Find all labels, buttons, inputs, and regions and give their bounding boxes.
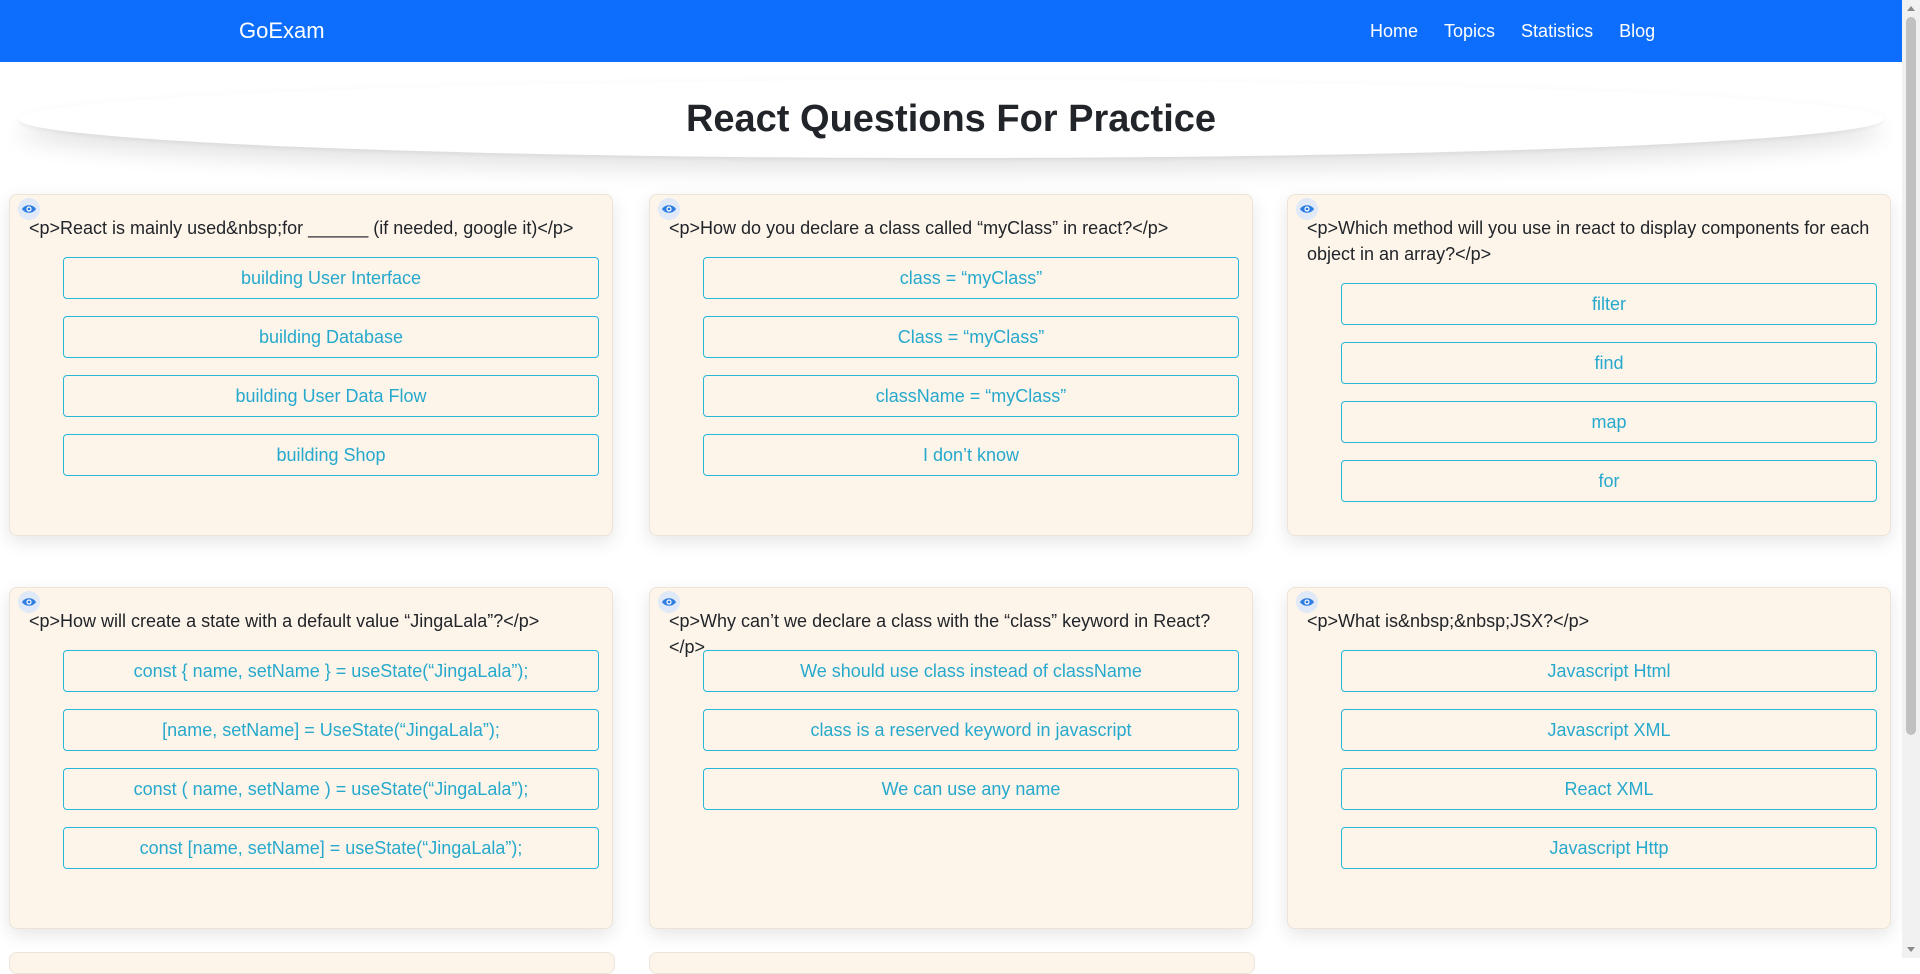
question-text: <p>How will create a state with a defaul…: [29, 611, 540, 631]
scrollbar[interactable]: [1902, 0, 1920, 958]
question-card-partial: [649, 952, 1255, 974]
option-button[interactable]: Javascript Http: [1341, 827, 1877, 869]
option-button[interactable]: filter: [1341, 283, 1877, 325]
nav-links: Home Topics Statistics Blog: [1357, 0, 1668, 62]
option-button[interactable]: We should use class instead of className: [703, 650, 1239, 692]
question-text: <p>React is mainly used&nbsp;for ______ …: [29, 218, 574, 238]
nav-link-blog[interactable]: Blog: [1606, 0, 1668, 62]
option-list: filter find map for: [1341, 283, 1877, 502]
question-card: <p>React is mainly used&nbsp;for ______ …: [9, 194, 613, 536]
option-list: Javascript Html Javascript XML React XML…: [1341, 650, 1877, 869]
brand-logo[interactable]: GoExam: [239, 0, 325, 62]
option-button[interactable]: building Database: [63, 316, 599, 358]
option-list: const { name, setName } = useState(“Jing…: [63, 650, 599, 869]
question-card-partial: [9, 952, 615, 974]
option-button[interactable]: Class = “myClass”: [703, 316, 1239, 358]
nav-link-topics[interactable]: Topics: [1431, 0, 1508, 62]
option-list: We should use class instead of className…: [703, 650, 1239, 810]
nav-link-home[interactable]: Home: [1357, 0, 1431, 62]
page-title: React Questions For Practice: [685, 97, 1217, 140]
option-button[interactable]: building Shop: [63, 434, 599, 476]
question-card: <p>How will create a state with a defaul…: [9, 587, 613, 929]
question-text: <p>How do you declare a class called “my…: [669, 218, 1169, 238]
scroll-up-arrow-icon[interactable]: [1902, 0, 1920, 17]
option-button[interactable]: for: [1341, 460, 1877, 502]
option-button[interactable]: I don’t know: [703, 434, 1239, 476]
option-button[interactable]: class is a reserved keyword in javascrip…: [703, 709, 1239, 751]
option-button[interactable]: building User Data Flow: [63, 375, 599, 417]
option-button[interactable]: const ( name, setName ) = useState(“Jing…: [63, 768, 599, 810]
scrollbar-thumb[interactable]: [1906, 17, 1916, 735]
scroll-down-arrow-icon[interactable]: [1902, 941, 1920, 958]
question-card: <p>Which method will you use in react to…: [1287, 194, 1891, 536]
option-button[interactable]: className = “myClass”: [703, 375, 1239, 417]
question-card: <p>Why can’t we declare a class with the…: [649, 587, 1253, 929]
option-button[interactable]: [name, setName] = UseState(“JingaLala”);: [63, 709, 599, 751]
option-button[interactable]: Javascript Html: [1341, 650, 1877, 692]
question-card: <p>What is&nbsp;&nbsp;JSX?</p> Javascrip…: [1287, 587, 1891, 929]
option-button[interactable]: Javascript XML: [1341, 709, 1877, 751]
title-banner: React Questions For Practice: [18, 80, 1884, 158]
nav-link-statistics[interactable]: Statistics: [1508, 0, 1606, 62]
option-button[interactable]: building User Interface: [63, 257, 599, 299]
option-button[interactable]: We can use any name: [703, 768, 1239, 810]
navbar: GoExam Home Topics Statistics Blog: [0, 0, 1902, 62]
question-text: <p>What is&nbsp;&nbsp;JSX?</p>: [1307, 611, 1590, 631]
option-button[interactable]: const [name, setName] = useState(“JingaL…: [63, 827, 599, 869]
option-button[interactable]: React XML: [1341, 768, 1877, 810]
question-card: <p>How do you declare a class called “my…: [649, 194, 1253, 536]
option-list: building User Interface building Databas…: [63, 257, 599, 476]
question-text: <p>Which method will you use in react to…: [1307, 218, 1870, 264]
option-button[interactable]: find: [1341, 342, 1877, 384]
option-button[interactable]: const { name, setName } = useState(“Jing…: [63, 650, 599, 692]
option-button[interactable]: class = “myClass”: [703, 257, 1239, 299]
option-list: class = “myClass” Class = “myClass” clas…: [703, 257, 1239, 476]
option-button[interactable]: map: [1341, 401, 1877, 443]
